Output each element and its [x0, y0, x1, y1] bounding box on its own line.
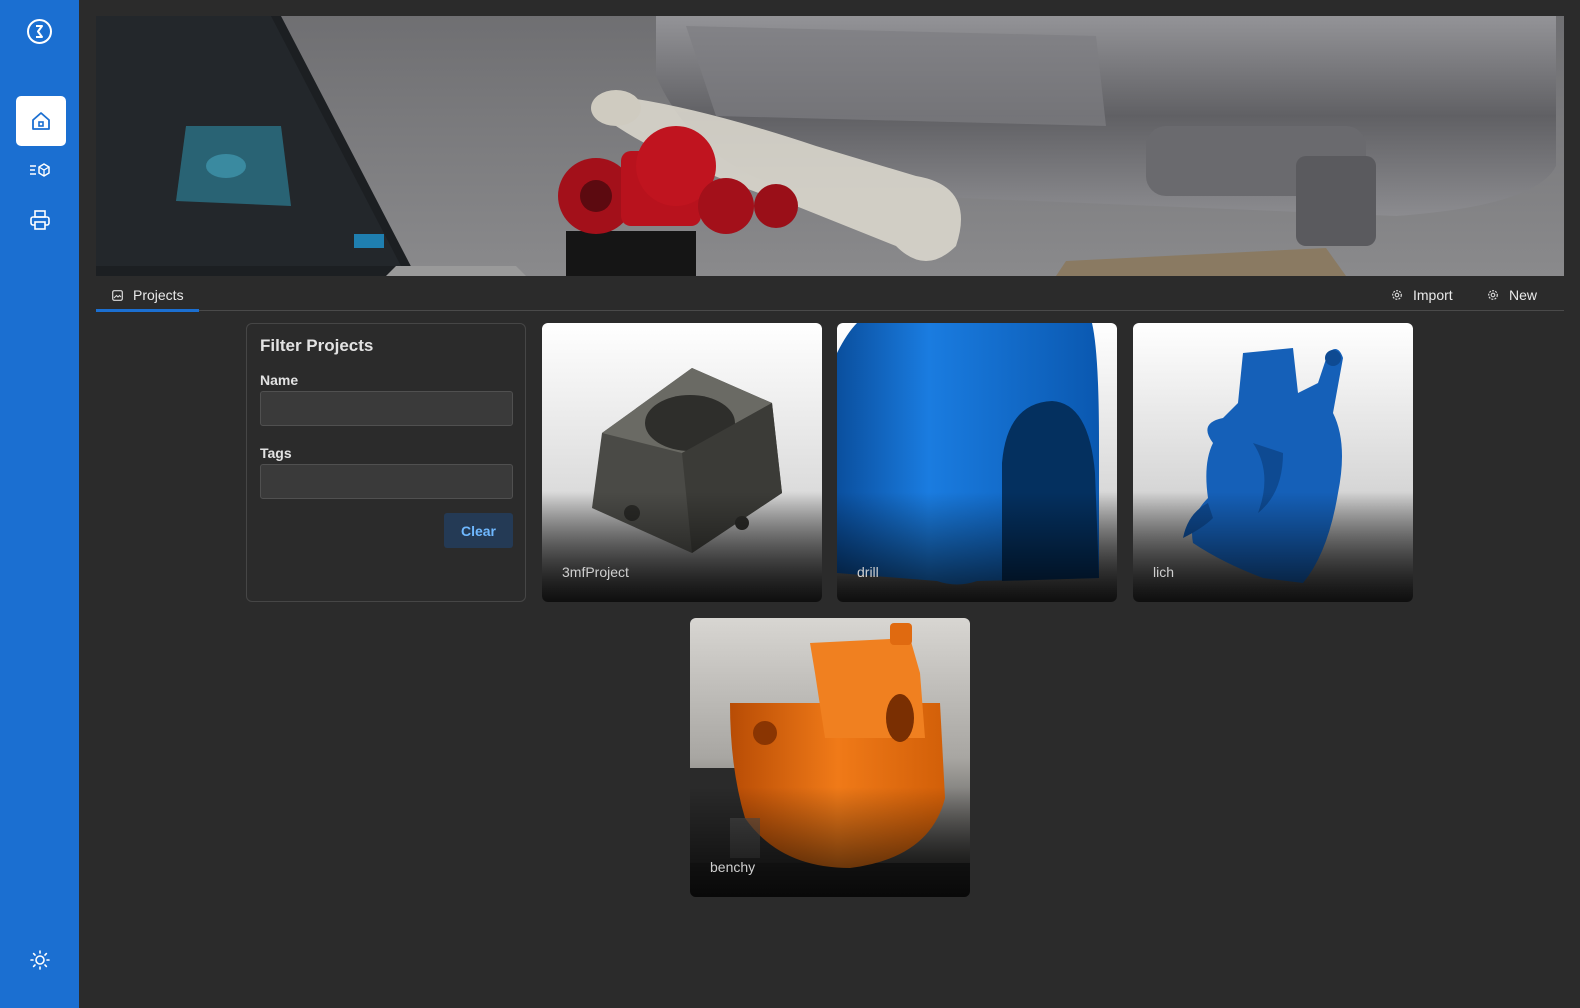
- card-overlay: [542, 492, 822, 602]
- project-name: 3mfProject: [562, 564, 629, 580]
- card-overlay: [690, 787, 970, 897]
- clear-button[interactable]: Clear: [444, 513, 513, 548]
- new-label: New: [1509, 287, 1538, 303]
- project-card[interactable]: benchy: [690, 618, 970, 897]
- filter-title: Filter Projects: [260, 336, 374, 355]
- new-button[interactable]: New: [1487, 279, 1537, 311]
- project-name: benchy: [710, 859, 756, 875]
- active-tab-indicator: [96, 309, 199, 312]
- tags-field[interactable]: [260, 464, 513, 499]
- image-icon: [112, 289, 123, 301]
- sidebar-item-home[interactable]: [16, 96, 66, 146]
- sun-icon: [30, 950, 50, 970]
- card-overlay: [837, 492, 1117, 602]
- filter-panel: Filter Projects Name Tags Clear: [246, 323, 526, 602]
- tab-projects-label: Projects: [133, 287, 184, 303]
- sidebar: [0, 0, 79, 1008]
- sidebar-item-models[interactable]: [26, 156, 54, 184]
- name-field[interactable]: [260, 391, 513, 426]
- tab-bar: Projects Import New: [96, 279, 1564, 312]
- gear-icon: [1488, 290, 1498, 300]
- tab-projects[interactable]: Projects: [96, 279, 199, 311]
- models-icon: [30, 163, 50, 177]
- gear-icon: [1392, 290, 1402, 300]
- banner-image: [96, 16, 1564, 276]
- project-card[interactable]: drill: [837, 323, 1117, 602]
- project-card[interactable]: lich: [1133, 323, 1413, 602]
- logo-icon[interactable]: [26, 18, 53, 45]
- project-name: lich: [1153, 564, 1175, 580]
- sidebar-item-printers[interactable]: [26, 206, 54, 234]
- import-label: Import: [1413, 287, 1453, 303]
- import-button[interactable]: Import: [1391, 279, 1453, 311]
- tags-label: Tags: [260, 445, 292, 461]
- name-label: Name: [260, 372, 299, 388]
- printer-icon: [30, 210, 50, 230]
- card-overlay: [1133, 492, 1413, 602]
- project-name: drill: [857, 564, 879, 580]
- theme-toggle-button[interactable]: [26, 946, 54, 974]
- project-card[interactable]: 3mfProject: [542, 323, 822, 602]
- home-icon: [32, 112, 50, 130]
